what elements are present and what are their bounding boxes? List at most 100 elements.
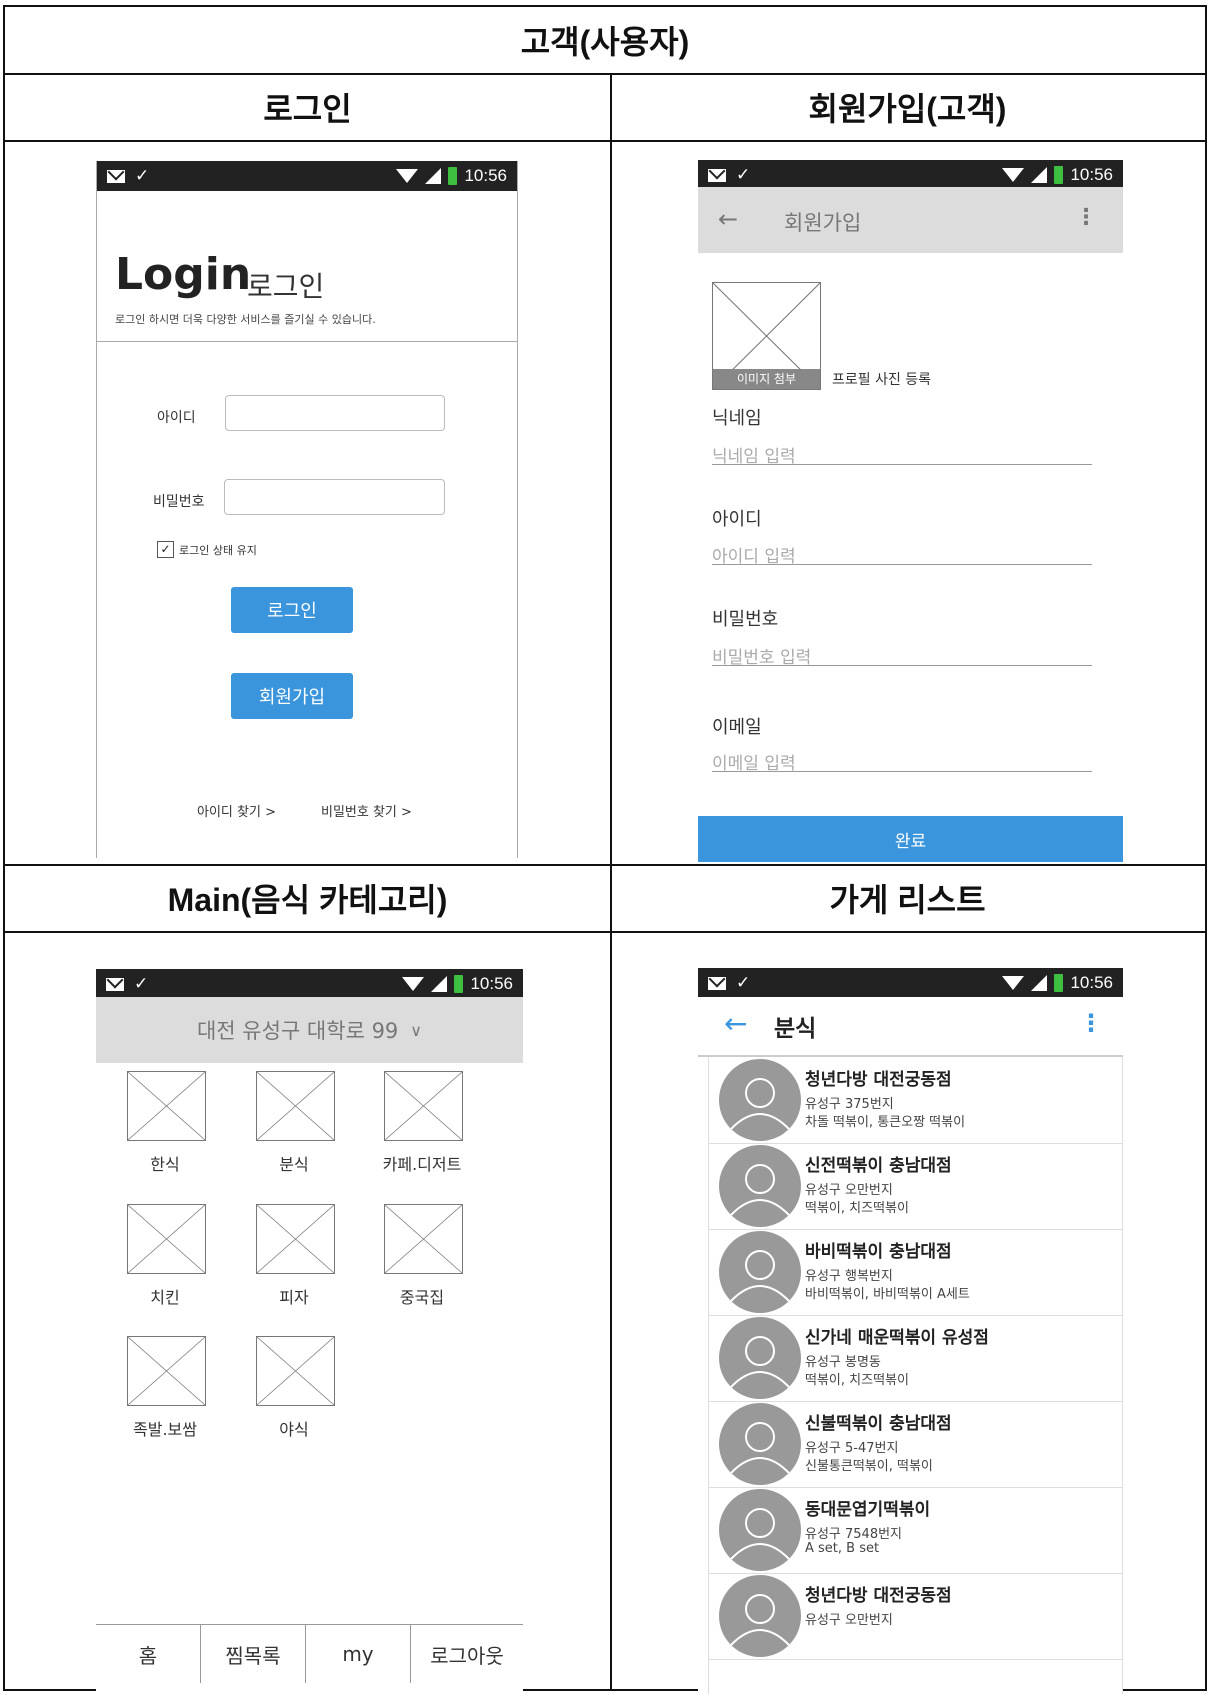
store-name: 신전떡볶이 충남대점	[805, 1156, 952, 1176]
screen-title: 회원가입	[784, 211, 862, 235]
bottom-tab-bar: 홈 찜목록 my 로그아웃	[96, 1624, 523, 1694]
back-arrow-icon[interactable]: ←	[718, 205, 738, 233]
wifi-icon	[396, 169, 419, 183]
status-bar: ✓ 10:56	[698, 160, 1123, 187]
store-menu: 바비떡볶이, 바비떡볶이 A세트	[805, 1287, 970, 1302]
id-input[interactable]: 아이디 입력	[712, 542, 1092, 567]
category-label[interactable]: 한식	[110, 1151, 220, 1175]
password-input[interactable]	[224, 479, 445, 515]
location-bar[interactable]: 대전 유성구 대학로 99 ∨	[96, 997, 523, 1063]
email-label: 이메일	[712, 717, 762, 738]
tab-logout[interactable]: 로그아웃	[411, 1625, 523, 1683]
login-subtitle: 로그인 하시면 더욱 다양한 서비스를 즐기실 수 있습니다.	[115, 313, 376, 326]
main-screen: ✓ 10:56 대전 유성구 대학로 99 ∨ 한식 분식 카페.디저트 치킨 피자 중국…	[96, 969, 523, 1694]
status-bar: ✓ 10:56	[698, 968, 1123, 997]
store-address: 유성구 오만번지	[805, 1183, 893, 1198]
store-address: 유성구 7548번지	[805, 1527, 903, 1542]
store-list-item[interactable]: 신불떡볶이 충남대점 유성구 5-47번지 신불통큰떡볶이, 떡볶이	[709, 1401, 1122, 1488]
find-id-link[interactable]: 아이디 찾기 >	[197, 801, 276, 820]
store-list-item[interactable]: 바비떡볶이 충남대점 유성구 행복번지 바비떡볶이, 바비떡볶이 A세트	[709, 1229, 1122, 1316]
keep-login-label: 로그인 상태 유지	[179, 544, 257, 557]
category-image-placeholder[interactable]	[384, 1071, 463, 1141]
password-label: 비밀번호	[153, 494, 205, 510]
store-menu: 떡볶이, 치즈떡볶이	[805, 1201, 909, 1216]
avatar-icon	[719, 1489, 801, 1571]
status-time: 10:56	[470, 974, 513, 993]
store-list-item[interactable]: 신가네 매운떡볶이 유성점 유성구 봉명동 떡볶이, 치즈떡볶이	[709, 1315, 1122, 1402]
avatar-icon	[719, 1575, 801, 1657]
battery-icon	[448, 167, 458, 185]
find-password-link[interactable]: 비밀번호 찾기 >	[321, 801, 412, 820]
chevron-down-icon: ∨	[410, 1020, 423, 1040]
avatar-icon	[719, 1403, 801, 1485]
divider	[5, 140, 1205, 142]
signal-icon	[425, 168, 442, 184]
profile-image-placeholder[interactable]: 이미지 첨부	[712, 282, 821, 390]
divider	[97, 341, 517, 342]
store-list-item[interactable]: 신전떡볶이 충남대점유성구 오만번지떡볶이, 치즈떡볶이	[709, 1143, 1122, 1230]
signal-icon	[1031, 975, 1048, 991]
wifi-icon	[402, 977, 425, 991]
store-menu: 차돌 떡볶이, 통큰오짱 떡볶이	[805, 1115, 966, 1130]
signup-button[interactable]: 회원가입	[231, 673, 353, 719]
store-list-item[interactable]: 동대문엽기떡볶이 유성구 7548번지 A set, B set	[709, 1487, 1122, 1574]
mail-icon	[106, 977, 124, 991]
tab-home[interactable]: 홈	[96, 1625, 201, 1683]
category-image-placeholder[interactable]	[127, 1071, 206, 1141]
status-time: 10:56	[1070, 165, 1113, 184]
back-arrow-icon[interactable]: ←	[724, 1007, 747, 1040]
category-image-placeholder[interactable]	[256, 1336, 335, 1406]
avatar-icon	[719, 1059, 801, 1141]
location-text: 대전 유성구 대학로 99	[196, 1019, 399, 1043]
category-image-placeholder[interactable]	[256, 1071, 335, 1141]
more-vertical-icon[interactable]: ⋮	[1079, 1009, 1103, 1037]
category-label[interactable]: 카페.디저트	[367, 1151, 477, 1175]
category-label[interactable]: 야식	[239, 1416, 349, 1440]
login-button[interactable]: 로그인	[231, 587, 353, 633]
profile-photo-label: 프로필 사진 등록	[832, 372, 932, 388]
signal-icon	[431, 976, 448, 992]
id-input[interactable]	[225, 395, 445, 431]
avatar-icon	[719, 1231, 801, 1313]
store-name: 신가네 매운떡볶이 유성점	[805, 1328, 989, 1348]
done-button[interactable]: 완료	[698, 816, 1123, 862]
check-icon: ✓	[736, 165, 751, 184]
store-name: 바비떡볶이 충남대점	[805, 1242, 952, 1262]
section-header-main: Main(음식 카테고리)	[167, 881, 448, 918]
tab-favorites[interactable]: 찜목록	[201, 1625, 306, 1683]
password-input[interactable]: 비밀번호 입력	[712, 643, 1092, 668]
category-label[interactable]: 중국집	[367, 1284, 477, 1308]
tab-my[interactable]: my	[306, 1625, 411, 1683]
section-header-login: 로그인	[263, 90, 352, 127]
status-time: 10:56	[1070, 973, 1113, 992]
screen-title: 분식	[774, 1016, 817, 1042]
category-image-placeholder[interactable]	[256, 1204, 335, 1274]
more-vertical-icon[interactable]: ⋮	[1075, 205, 1097, 230]
check-icon: ✓	[135, 166, 150, 185]
battery-icon	[454, 975, 464, 993]
nickname-input[interactable]: 닉네임 입력	[712, 442, 1092, 467]
category-label[interactable]: 분식	[239, 1151, 349, 1175]
mail-icon	[708, 976, 726, 990]
category-image-placeholder[interactable]	[384, 1204, 463, 1274]
store-list-item[interactable]: 청년다방 대전궁동점 유성구 375번지 차돌 떡볶이, 통큰오짱 떡볶이	[709, 1057, 1122, 1144]
sheet-title: 고객(사용자)	[520, 24, 690, 60]
wifi-icon	[1002, 168, 1025, 182]
email-input[interactable]: 이메일 입력	[712, 749, 1092, 774]
store-menu: 신불통큰떡볶이, 떡볶이	[805, 1459, 933, 1474]
app-bar: ← 분식 ⋮	[698, 997, 1123, 1057]
avatar-icon	[719, 1145, 801, 1227]
store-menu: A set, B set	[805, 1541, 880, 1556]
category-label[interactable]: 치킨	[110, 1284, 220, 1308]
store-list-item[interactable]: 청년다방 대전궁동점 유성구 오만번지	[709, 1573, 1122, 1660]
category-image-placeholder[interactable]	[127, 1204, 206, 1274]
category-label[interactable]: 피자	[239, 1284, 349, 1308]
category-image-placeholder[interactable]	[127, 1336, 206, 1406]
store-list-screen: ✓ 10:56 ← 분식 ⋮ 청년다방 대전궁동점 유성구 375번지 차돌 떡볶이…	[698, 968, 1123, 1694]
store-address: 유성구 375번지	[805, 1097, 894, 1112]
status-time: 10:56	[464, 166, 507, 185]
keep-login-checkbox[interactable]: ✓	[157, 541, 174, 558]
id-label: 아이디	[157, 410, 196, 426]
category-label[interactable]: 족발.보쌈	[110, 1416, 220, 1440]
password-label: 비밀번호	[712, 609, 779, 630]
